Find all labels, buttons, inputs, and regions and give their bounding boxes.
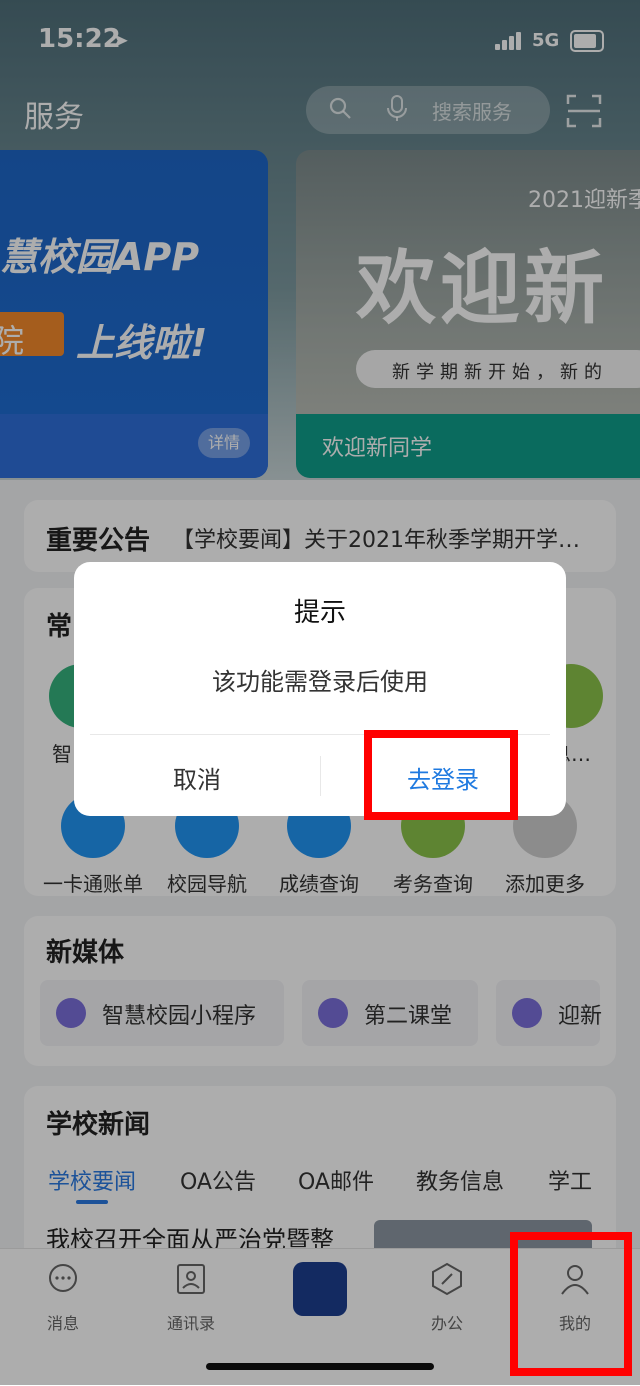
dialog-title: 提示 xyxy=(293,598,346,628)
highlight-box-me-tab xyxy=(510,1232,632,1376)
dialog-message: 该功能需登录后使用 xyxy=(212,668,428,696)
highlight-box-login xyxy=(364,730,518,820)
cancel-button[interactable]: 取消 xyxy=(74,760,320,795)
